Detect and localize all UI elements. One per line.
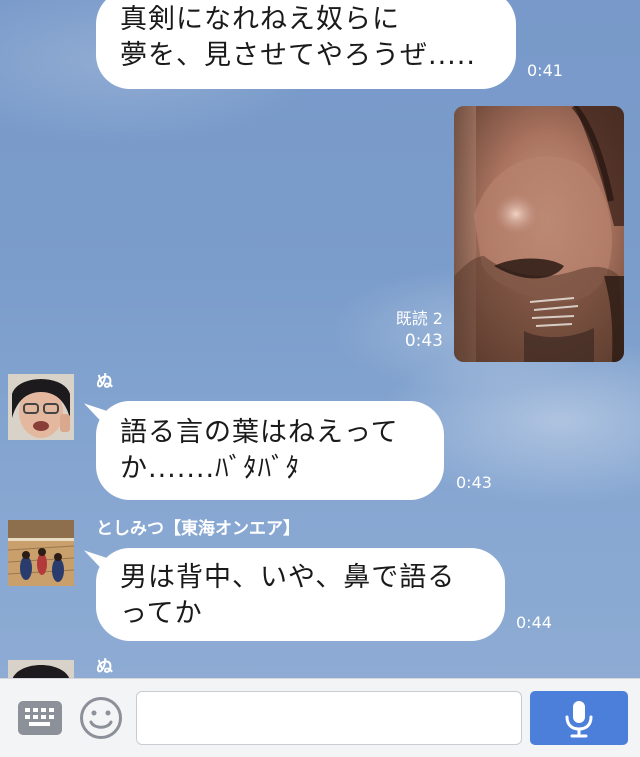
profile-photo-image (8, 374, 74, 440)
message-input[interactable] (136, 691, 522, 745)
keyboard-button[interactable] (18, 701, 62, 735)
sender-name: としみつ【東海オンエア】 (96, 519, 300, 539)
message-time: 0:41 (527, 61, 563, 80)
message-time: 0:44 (516, 613, 552, 632)
message-time: 0:43 (456, 473, 492, 492)
avatar[interactable] (8, 374, 74, 440)
chat-screen: 真剣になれねえ奴らに 夢を、見させてやろうぜ..... 0:41 既読 2 0:… (0, 0, 640, 757)
message-input-bar (0, 678, 640, 757)
profile-photo-image (8, 520, 74, 586)
message-list[interactable]: 真剣になれねえ奴らに 夢を、見させてやろうぜ..... 0:41 既読 2 0:… (0, 0, 640, 678)
message-text-line: 語る言の葉はねえって (120, 417, 399, 448)
message-text-line: か.......ﾊﾞﾀﾊﾞﾀ (120, 453, 301, 484)
message-text-line: 夢を、見させてやろうぜ..... (120, 40, 476, 71)
read-status: 既読 2 (395, 309, 443, 328)
photo-message[interactable] (454, 106, 624, 362)
message-bubble[interactable]: 男は背中、いや、鼻で語る ってか (96, 548, 505, 641)
message-bubble[interactable]: 真剣になれねえ奴らに 夢を、見させてやろうぜ..... (96, 0, 516, 89)
sender-name: ぬ (96, 372, 113, 392)
emoji-button[interactable] (79, 696, 123, 740)
message-text-line: ってか (120, 598, 203, 629)
message-text-line: 真剣になれねえ奴らに (120, 4, 400, 35)
read-receipt: 既読 2 0:43 (380, 308, 443, 352)
profile-photo-image (8, 660, 74, 678)
message-time: 0:43 (404, 331, 443, 351)
voice-input-button[interactable] (530, 691, 628, 745)
smiley-icon (80, 697, 122, 739)
message-text-line: 男は背中、いや、鼻で語る (120, 562, 456, 593)
message-bubble[interactable]: 語る言の葉はねえって か.......ﾊﾞﾀﾊﾞﾀ (96, 401, 444, 500)
avatar[interactable] (8, 520, 74, 586)
avatar[interactable] (8, 660, 74, 678)
keyboard-icon (25, 708, 54, 726)
nose-photo-image (454, 106, 624, 362)
microphone-icon (565, 701, 593, 738)
sender-name: ぬ (96, 657, 113, 677)
